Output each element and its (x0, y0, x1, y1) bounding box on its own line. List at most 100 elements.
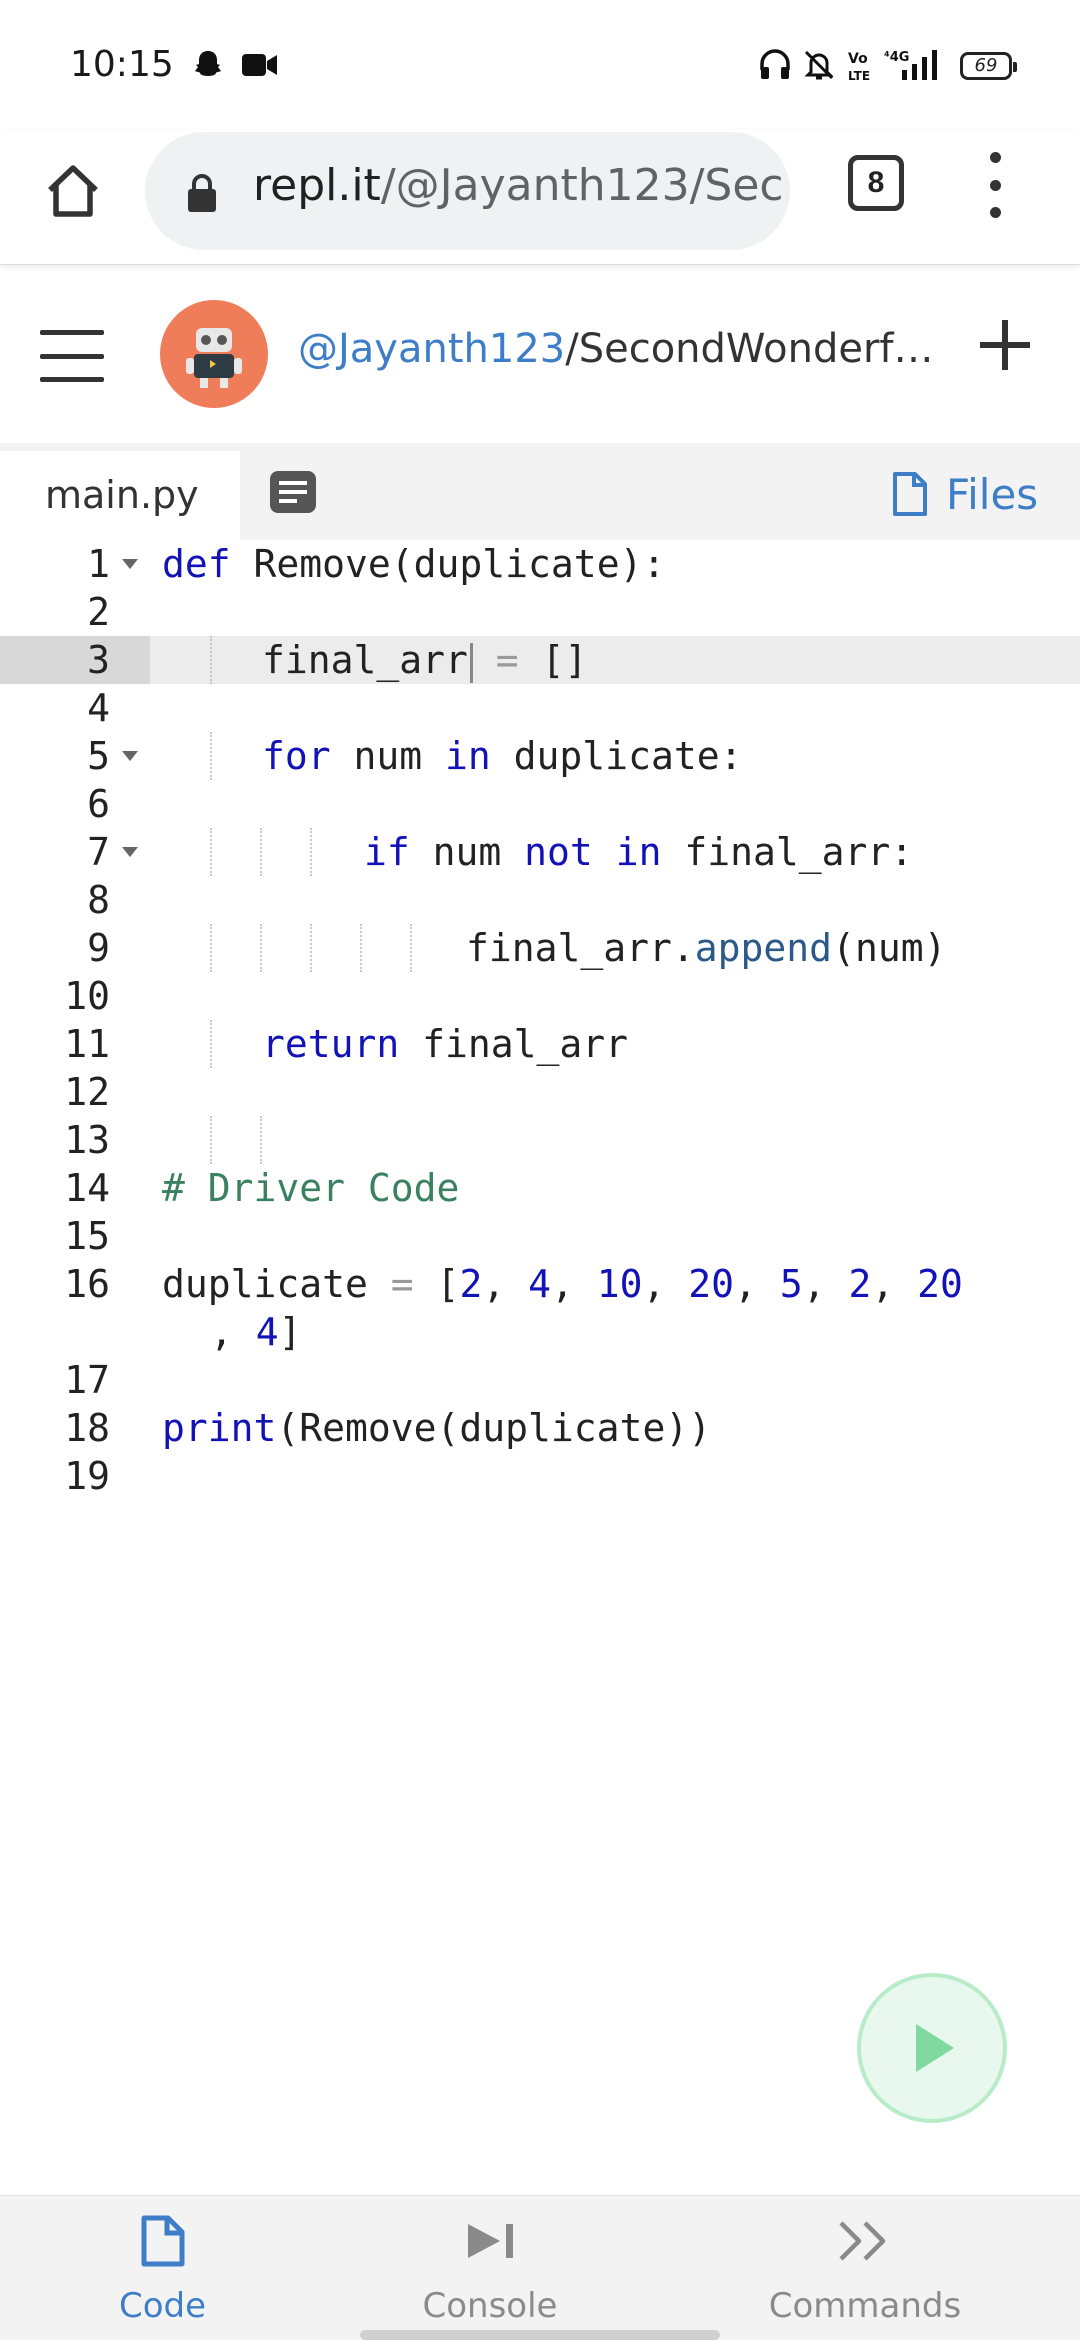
bottom-navigation: Code Console Commands (0, 2195, 1080, 2340)
bell-off-icon (804, 50, 834, 80)
line-number: 12 (64, 1070, 110, 1114)
code-line: 4 (0, 684, 1080, 732)
code-text: if num not in final_arr: (364, 830, 914, 874)
line-number: 18 (64, 1406, 110, 1450)
hamburger-line (40, 330, 104, 335)
fold-arrow-icon[interactable] (122, 559, 138, 569)
line-number: 4 (87, 686, 110, 730)
home-indicator[interactable] (360, 2330, 720, 2340)
nav-code-label: Code (118, 2286, 207, 2326)
repl-header: @Jayanth123/SecondWonderful... (0, 290, 1080, 440)
code-line: 18 print(Remove(duplicate)) (0, 1404, 1080, 1452)
volte-icon: Vo LTE (848, 51, 870, 83)
code-line: 15 (0, 1212, 1080, 1260)
code-line-active: 3 final_arr = [] (0, 636, 1080, 684)
line-number: 15 (64, 1214, 110, 1258)
code-line: 2 (0, 588, 1080, 636)
code-text: duplicate = [2, 4, 10, 20, 5, 2, 20 (162, 1262, 963, 1306)
line-number: 7 (87, 830, 110, 874)
hamburger-line (40, 353, 104, 359)
video-icon (242, 54, 277, 76)
code-text-wrap: , 4] (210, 1310, 302, 1354)
line-number: 9 (87, 926, 110, 970)
hamburger-menu-button[interactable] (40, 330, 104, 382)
user-avatar[interactable] (160, 300, 268, 408)
line-number: 16 (64, 1262, 110, 1306)
line-number: 10 (64, 974, 110, 1018)
code-line: 6 (0, 780, 1080, 828)
code-line-wrapped: 16 duplicate = [2, 4, 10, 20, 5, 2, 20 ,… (0, 1260, 1080, 1356)
url-path: /@Jayanth123/SecondWonderful (380, 160, 783, 211)
play-icon (916, 2024, 954, 2072)
nav-commands-label: Commands (768, 2286, 962, 2326)
code-text: final_arr.append(num) (466, 926, 947, 970)
code-line: 19 (0, 1452, 1080, 1500)
fold-arrow-icon[interactable] (122, 847, 138, 857)
lock-icon (188, 174, 216, 212)
code-line: 12 (0, 1068, 1080, 1116)
svg-text:Vo: Vo (848, 51, 868, 67)
run-button[interactable] (857, 1973, 1007, 2123)
url-host: repl.it (253, 160, 381, 211)
repl-owner-link[interactable]: @Jayanth123 (298, 326, 565, 372)
code-line: 14 # Driver Code (0, 1164, 1080, 1212)
files-label: Files (946, 469, 1039, 519)
menu-dot (989, 152, 1001, 163)
hamburger-line (40, 377, 104, 382)
play-step-icon (468, 2224, 513, 2258)
code-text: return final_arr (262, 1022, 629, 1066)
url-text: repl.it/@Jayanth123/SecondWonderful (253, 160, 783, 211)
code-line: 7 if num not in final_arr: (0, 828, 1080, 876)
line-number: 14 (64, 1166, 110, 1210)
line-number: 5 (87, 734, 110, 778)
notes-icon[interactable] (270, 471, 316, 513)
code-comment: # Driver Code (162, 1166, 460, 1210)
code-line: 9 final_arr.append(num) (0, 924, 1080, 972)
nav-console[interactable]: Console (405, 2196, 575, 2340)
tab-switcher-button[interactable]: 8 (848, 155, 904, 211)
line-number: 8 (87, 878, 110, 922)
headphones-icon (760, 49, 790, 79)
code-text: final_arr = [] (262, 638, 588, 683)
line-number: 6 (87, 782, 110, 826)
file-icon (893, 472, 927, 516)
code-file-icon (141, 2215, 184, 2267)
home-icon (48, 165, 98, 217)
files-button[interactable]: Files (892, 469, 1038, 519)
home-button[interactable] (38, 156, 108, 226)
code-line: 10 (0, 972, 1080, 1020)
file-tab-bar: main.py Files (0, 443, 1080, 540)
line-number: 17 (64, 1358, 110, 1402)
menu-dot (989, 207, 1001, 218)
svg-text:⁴4G: ⁴4G (884, 50, 909, 65)
menu-dot (989, 179, 1001, 191)
line-number: 19 (64, 1454, 110, 1498)
tab-main-py[interactable]: main.py (0, 451, 240, 540)
code-text: def Remove(duplicate): (162, 542, 666, 586)
line-number: 3 (87, 638, 110, 682)
nav-code[interactable]: Code (100, 2196, 225, 2340)
code-line: 5 for num in duplicate: (0, 732, 1080, 780)
fold-arrow-icon[interactable] (122, 751, 138, 761)
4g-signal-icon: ⁴4G (884, 50, 937, 80)
status-bar: 10:15 Vo LTE ⁴4G 69 (0, 0, 1080, 130)
nav-commands[interactable]: Commands (765, 2196, 965, 2340)
browser-toolbar: repl.it/@Jayanth123/SecondWonderful 8 (0, 130, 1080, 265)
robot-avatar-icon (186, 328, 242, 388)
address-bar[interactable]: repl.it/@Jayanth123/SecondWonderful (145, 132, 790, 250)
browser-menu-button[interactable] (980, 152, 1010, 218)
repl-name: /SecondWonderful... (565, 326, 948, 372)
line-number: 1 (87, 542, 110, 586)
code-line: 17 (0, 1356, 1080, 1404)
code-line: 1 def Remove(duplicate): (0, 540, 1080, 588)
code-line: 13 (0, 1116, 1080, 1164)
code-editor[interactable]: 1 def Remove(duplicate): 2 3 final_arr =… (0, 540, 1080, 1500)
line-number: 13 (64, 1118, 110, 1162)
repl-title[interactable]: @Jayanth123/SecondWonderful... (298, 326, 948, 372)
line-number: 2 (87, 590, 110, 634)
line-number: 11 (64, 1022, 110, 1066)
add-button[interactable] (980, 320, 1030, 370)
status-time: 10:15 (70, 44, 174, 85)
nav-console-label: Console (422, 2286, 558, 2326)
svg-text:LTE: LTE (848, 69, 870, 83)
